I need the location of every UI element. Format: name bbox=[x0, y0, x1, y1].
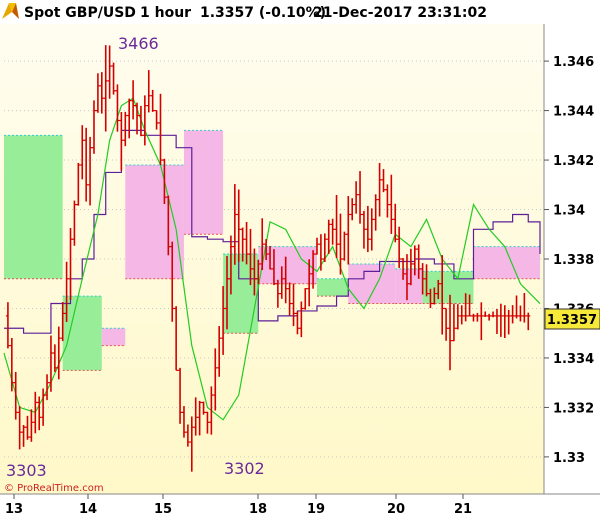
cloud-segment-bear bbox=[101, 328, 126, 346]
cloud-segment-bear bbox=[183, 130, 224, 235]
header-timestamp: 21-Dec-2017 23:31:02 bbox=[313, 5, 487, 21]
x-tick-label: 21 bbox=[454, 502, 472, 517]
cloud-segment-bull bbox=[223, 254, 259, 334]
annotation-high: 3466 bbox=[118, 34, 159, 53]
header-symbol: Spot GBP/USD bbox=[24, 5, 136, 21]
last-price-marker: 1.3357 bbox=[544, 308, 600, 330]
cloud-segment-bear bbox=[125, 165, 184, 279]
y-tick-label: 1.342 bbox=[553, 154, 594, 169]
x-tick-label: 13 bbox=[5, 502, 23, 517]
x-tick-label: 14 bbox=[79, 502, 97, 517]
annotation-low: 3302 bbox=[224, 459, 265, 478]
y-tick-label: 1.33 bbox=[553, 451, 585, 466]
y-tick-label: 1.338 bbox=[553, 253, 594, 268]
y-tick-label: 1.34 bbox=[553, 204, 585, 219]
cloud-segment-bull bbox=[316, 278, 349, 297]
cloud-segment-bear bbox=[258, 246, 317, 284]
cloud-segment-bull bbox=[4, 135, 63, 279]
y-tick-label: 1.344 bbox=[553, 105, 594, 120]
header-interval: 1 hour bbox=[140, 5, 191, 21]
credit-text: © ProRealTime.com bbox=[4, 483, 104, 494]
header-quote: 1.3357 (-0.10%) bbox=[200, 5, 326, 21]
x-tick-label: 15 bbox=[154, 502, 172, 517]
x-axis-ticks: 13 14 15 18 19 20 21 bbox=[5, 494, 472, 517]
last-price-label: 1.3357 bbox=[547, 313, 597, 328]
x-tick-label: 19 bbox=[307, 502, 325, 517]
y-tick-label: 1.346 bbox=[553, 55, 594, 70]
annotation-start: 3303 bbox=[6, 461, 47, 480]
x-tick-label: 20 bbox=[387, 502, 405, 517]
chart-svg: Spot GBP/USD 1 hour 1.3357 (-0.10%) 21-D… bbox=[0, 0, 600, 517]
chart-window: Spot GBP/USD 1 hour 1.3357 (-0.10%) 21-D… bbox=[0, 0, 600, 519]
y-tick-label: 1.332 bbox=[553, 401, 594, 416]
y-tick-label: 1.334 bbox=[553, 352, 594, 367]
x-tick-label: 18 bbox=[249, 502, 267, 517]
cloud-segment-bull bbox=[62, 296, 102, 371]
